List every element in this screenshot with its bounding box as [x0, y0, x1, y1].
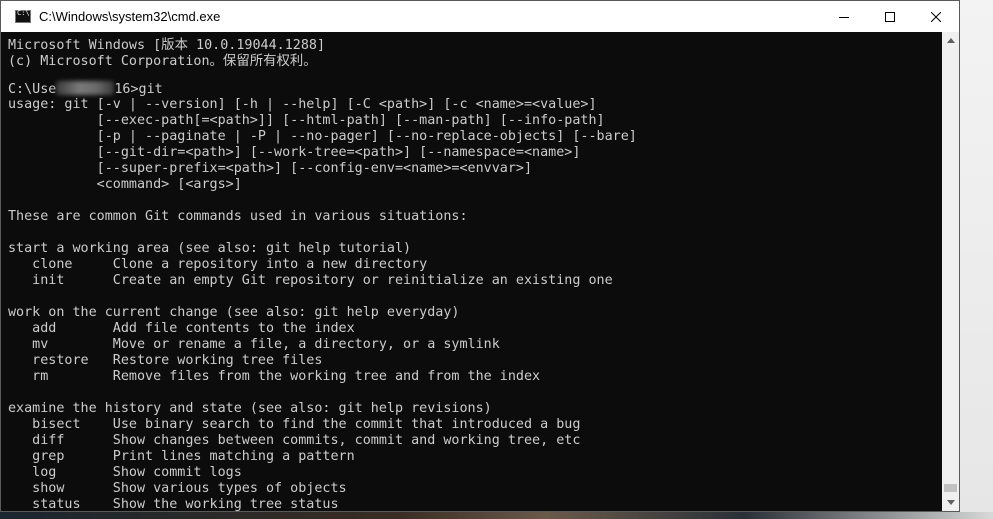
desktop-background: [960, 0, 993, 519]
scroll-down-button[interactable]: [942, 494, 959, 511]
console-line: work on the current change (see also: gi…: [8, 305, 460, 320]
console-line: [-p | --paginate | -P | --no-pager] [--n…: [8, 129, 637, 144]
console-line: restore Restore working tree files: [8, 353, 323, 368]
console-line: mv Move or rename a file, a directory, o…: [8, 337, 500, 352]
scroll-thumb[interactable]: [944, 484, 957, 492]
console-output[interactable]: Microsoft Windows [版本 10.0.19044.1288] (…: [1, 32, 942, 511]
close-icon: [931, 11, 941, 22]
chevron-up-icon: [946, 38, 955, 43]
console-line: usage: git [-v | --version] [-h | --help…: [8, 97, 597, 112]
console-line: diff Show changes between commits, commi…: [8, 433, 581, 448]
console-line: [--super-prefix=<path>] [--config-env=<n…: [8, 161, 533, 176]
maximize-button[interactable]: [867, 1, 913, 32]
minimize-icon: [839, 16, 849, 18]
console-line: add Add file contents to the index: [8, 321, 355, 336]
minimize-button[interactable]: [821, 1, 867, 32]
console-line: <command> [<args>]: [8, 177, 242, 192]
scroll-up-button[interactable]: [942, 32, 959, 49]
console-line: clone Clone a repository into a new dire…: [8, 257, 428, 272]
console-line: examine the history and state (see also:…: [8, 401, 492, 416]
console-line: log Show commit logs: [8, 465, 242, 480]
console-line: show Show various types of objects: [8, 481, 347, 496]
prompt-command: 16>git: [114, 82, 163, 97]
desktop-taskbar-edge: [0, 512, 993, 519]
console-line: grep Print lines matching a pattern: [8, 449, 355, 464]
console-line: Microsoft Windows [版本 10.0.19044.1288]: [8, 38, 326, 53]
console-line: bisect Use binary search to find the com…: [8, 417, 581, 432]
console-line: rm Remove files from the working tree an…: [8, 369, 541, 384]
console-line: status Show the working tree status: [8, 497, 339, 511]
window-title: C:\Windows\system32\cmd.exe: [39, 9, 221, 24]
console-line: init Create an empty Git repository or r…: [8, 273, 613, 288]
title-bar[interactable]: C:\Windows\system32\cmd.exe: [1, 1, 959, 32]
console-line: These are common Git commands used in va…: [8, 209, 468, 224]
vertical-scrollbar[interactable]: [942, 32, 959, 511]
console-line: [--git-dir=<path>] [--work-tree=<path>] …: [8, 145, 581, 160]
console-line: [--exec-path[=<path>]] [--html-path] [--…: [8, 113, 605, 128]
chevron-down-icon: [946, 500, 955, 505]
command-prompt-line: C:\Use 16>git: [8, 81, 637, 97]
prompt-prefix: C:\Use: [8, 82, 57, 97]
window-controls: [821, 1, 959, 32]
console-lines: Microsoft Windows [版本 10.0.19044.1288] (…: [8, 33, 637, 511]
cmd-app-icon[interactable]: [15, 9, 31, 23]
cmd-window: C:\Windows\system32\cmd.exe Micr: [0, 0, 960, 512]
redacted-username: [56, 81, 115, 95]
maximize-icon: [885, 11, 895, 22]
console-line: start a working area (see also: git help…: [8, 241, 412, 256]
close-button[interactable]: [913, 1, 959, 32]
